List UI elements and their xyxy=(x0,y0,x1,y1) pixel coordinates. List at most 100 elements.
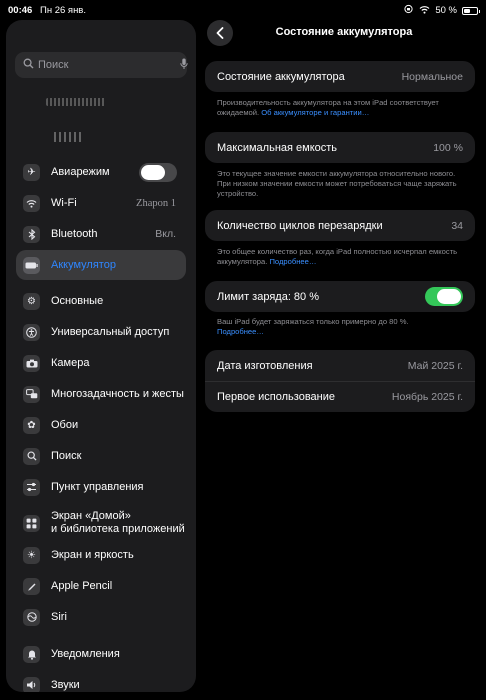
first-use-label: Первое использование xyxy=(217,391,335,403)
page-title: Состояние аккумулятора xyxy=(275,26,413,38)
sidebar-item-wifi[interactable]: Wi-Fi Zhapon 1 xyxy=(16,188,186,218)
sidebar-item-label: Обои xyxy=(51,418,79,431)
status-date: Пн 26 янв. xyxy=(40,5,86,16)
sidebar-item-label: Уведомления xyxy=(51,647,120,660)
profile-detail-redacted xyxy=(54,132,84,142)
manufacture-date-label: Дата изготовления xyxy=(217,359,313,372)
battery-state-value: Нормальное xyxy=(401,70,463,83)
charge-limit-note-text: Ваш iPad будет заряжаться только примерн… xyxy=(217,317,409,326)
profile-name-redacted xyxy=(46,98,106,106)
home-screen-icon xyxy=(23,514,40,532)
sidebar-item-label: Экран «Домой» и библиотека приложений xyxy=(51,510,186,536)
sidebar-item-label: Apple Pencil xyxy=(51,579,113,592)
sidebar-item-label: Камера xyxy=(51,356,90,369)
sidebar-item-control-center[interactable]: Пункт управления xyxy=(16,472,186,502)
bell-icon xyxy=(23,645,40,663)
back-button[interactable] xyxy=(207,20,233,46)
cycle-count-label: Количество циклов перезарядки xyxy=(217,219,383,232)
bluetooth-icon xyxy=(23,225,40,243)
search-input[interactable] xyxy=(34,59,180,71)
cycle-count-note: Это общее количество раз, когда iPad пол… xyxy=(217,247,467,267)
microphone-icon[interactable] xyxy=(180,58,188,73)
battery-state-note: Производительность аккумулятора на этом … xyxy=(217,98,467,118)
sidebar-item-multitasking[interactable]: Многозадачность и жесты xyxy=(16,379,186,409)
max-capacity-note-text: Это текущее значение емкости аккумулятор… xyxy=(217,169,457,198)
charge-limit-row: Лимит заряда: 80 % xyxy=(205,281,475,312)
charge-limit-toggle[interactable] xyxy=(425,287,463,306)
pencil-icon xyxy=(23,577,40,595)
home-screen-label-line2: и библиотека приложений xyxy=(51,523,185,535)
orientation-lock-icon xyxy=(403,4,414,17)
sidebar-item-label: Экран и яркость xyxy=(51,548,134,561)
status-time: 00:46 xyxy=(8,5,33,16)
max-capacity-label: Максимальная емкость xyxy=(217,141,338,154)
charge-limit-more-link[interactable]: Подробнее… xyxy=(217,327,264,336)
multitasking-icon xyxy=(23,385,40,403)
sidebar-item-label: Звуки xyxy=(51,678,80,691)
charge-limit-note: Ваш iPad будет заряжаться только примерн… xyxy=(217,317,467,337)
gear-icon: ⚙ xyxy=(23,292,40,310)
wifi-icon xyxy=(23,194,40,212)
sidebar-item-label: Основные xyxy=(51,294,104,307)
search-icon xyxy=(23,58,34,72)
search-icon xyxy=(23,447,40,465)
cycle-count-more-link[interactable]: Подробнее… xyxy=(269,257,316,266)
account-profile[interactable] xyxy=(44,92,134,152)
sidebar-item-bluetooth[interactable]: Bluetooth Вкл. xyxy=(16,219,186,249)
cycle-count-value: 34 xyxy=(451,219,463,232)
sidebar-item-apple-pencil[interactable]: Apple Pencil xyxy=(16,571,186,601)
sidebar-item-display[interactable]: ☀ Экран и яркость xyxy=(16,540,186,570)
sidebar-item-label: Многозадачность и жесты xyxy=(51,387,184,400)
sidebar-item-label: Bluetooth xyxy=(51,227,98,240)
first-use-value: Ноябрь 2025 г. xyxy=(391,391,463,403)
search-bar[interactable] xyxy=(15,52,188,78)
manufacture-date-row: Дата изготовления Май 2025 г. xyxy=(205,350,475,381)
airplane-mode-toggle[interactable] xyxy=(139,162,177,182)
sidebar-item-label: Универсальный доступ xyxy=(51,325,170,338)
charge-limit-label: Лимит заряда: 80 % xyxy=(217,290,319,303)
sidebar-item-sounds[interactable]: Звуки xyxy=(16,670,186,692)
battery-state-label: Состояние аккумулятора xyxy=(217,70,345,83)
sidebar-item-label: Поиск xyxy=(51,449,82,462)
sidebar-item-battery[interactable]: Аккумулятор xyxy=(16,250,186,280)
home-screen-label-line1: Экран «Домой» xyxy=(51,510,131,522)
max-capacity-row: Максимальная емкость 100 % xyxy=(205,132,475,163)
sidebar-item-camera[interactable]: Камера xyxy=(16,348,186,378)
bluetooth-status: Вкл. xyxy=(155,228,176,240)
status-right: 50 % xyxy=(403,4,480,17)
max-capacity-value: 100 % xyxy=(433,141,463,154)
sidebar-item-airplane-mode[interactable]: ✈ Авиарежим xyxy=(16,157,186,187)
manufacture-date-value: Май 2025 г. xyxy=(407,359,463,372)
sidebar-item-label: Пункт управления xyxy=(51,480,144,493)
cycle-count-row: Количество циклов перезарядки 34 xyxy=(205,210,475,241)
sidebar-item-notifications[interactable]: Уведомления xyxy=(16,639,186,669)
sidebar-item-wallpaper[interactable]: ✿ Обои xyxy=(16,410,186,440)
sidebar-item-search[interactable]: Поиск xyxy=(16,441,186,471)
sidebar-item-home-screen[interactable]: Экран «Домой» и библиотека приложений xyxy=(16,503,186,543)
sidebar-item-label: Wi-Fi xyxy=(51,196,77,209)
chevron-left-icon xyxy=(216,27,224,39)
sidebar-item-siri[interactable]: Siri xyxy=(16,602,186,632)
max-capacity-card: Максимальная емкость 100 % xyxy=(205,132,475,163)
dates-card: Дата изготовления Май 2025 г. Первое исп… xyxy=(205,350,475,412)
battery-percent: 50 % xyxy=(435,5,457,16)
speaker-icon xyxy=(23,676,40,692)
first-use-row: Первое использование Ноябрь 2025 г. xyxy=(205,381,475,412)
battery-state-row: Состояние аккумулятора Нормальное xyxy=(205,61,475,92)
siri-icon xyxy=(23,608,40,626)
battery-state-card: Состояние аккумулятора Нормальное xyxy=(205,61,475,92)
accessibility-icon xyxy=(23,323,40,341)
sidebar-item-label: Авиарежим xyxy=(51,165,110,178)
sidebar-item-accessibility[interactable]: Универсальный доступ xyxy=(16,317,186,347)
status-bar: 00:46 Пн 26 янв. 50 % xyxy=(0,0,486,20)
flower-icon: ✿ xyxy=(23,416,40,434)
cycle-count-note-text: Это общее количество раз, когда iPad пол… xyxy=(217,247,458,266)
airplane-icon: ✈ xyxy=(23,163,40,181)
charge-limit-card: Лимит заряда: 80 % xyxy=(205,281,475,312)
cycle-count-card: Количество циклов перезарядки 34 xyxy=(205,210,475,241)
sidebar-item-general[interactable]: ⚙ Основные xyxy=(16,286,186,316)
battery-warranty-link[interactable]: Об аккумуляторе и гарантии… xyxy=(261,108,369,117)
battery-icon xyxy=(23,256,40,274)
control-center-icon xyxy=(23,478,40,496)
wifi-icon xyxy=(419,5,430,17)
